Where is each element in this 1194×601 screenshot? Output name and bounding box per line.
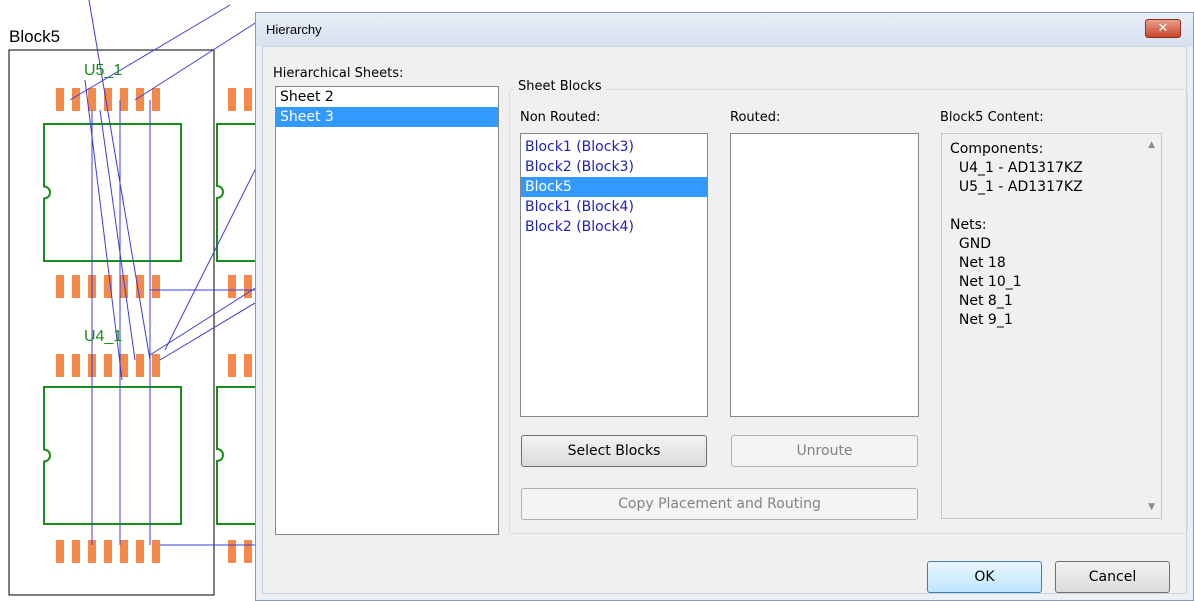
- pcb-pad: [72, 354, 80, 377]
- close-icon: ✕: [1157, 21, 1169, 36]
- ic-outline: [216, 123, 260, 262]
- dialog-title: Hierarchy: [266, 22, 322, 37]
- pcb-pad: [72, 540, 80, 563]
- ratsnest-line: [164, 159, 260, 351]
- sheet-list-item[interactable]: Sheet 2: [276, 87, 498, 107]
- content-line: U4_1 - AD1317KZ: [950, 160, 1083, 176]
- non-routed-list-item[interactable]: Block1 (Block3): [521, 137, 707, 157]
- pcb-pad: [88, 88, 96, 111]
- content-line: Net 18: [950, 255, 1006, 271]
- ic-outline: [43, 386, 182, 525]
- pcb-pad: [244, 354, 252, 377]
- pcb-pad: [152, 88, 160, 111]
- pcb-pad: [152, 275, 160, 298]
- sheet-list-item[interactable]: Sheet 3: [276, 107, 498, 127]
- pcb-pad: [56, 88, 64, 111]
- component-label-u4: U4_1: [84, 328, 122, 345]
- pcb-pad: [152, 354, 160, 377]
- pcb-pad: [104, 88, 112, 111]
- routed-list[interactable]: [730, 133, 919, 417]
- cancel-button[interactable]: Cancel: [1055, 561, 1170, 593]
- pcb-pad: [228, 275, 236, 298]
- non-routed-label: Non Routed:: [520, 110, 601, 125]
- pcb-pad: [244, 88, 252, 111]
- content-line: Net 9_1: [950, 312, 1013, 328]
- ratsnest-line: [69, 4, 231, 101]
- ratsnest-line: [134, 19, 260, 101]
- non-routed-list-item[interactable]: Block2 (Block3): [521, 157, 707, 177]
- ratsnest-line: [149, 284, 260, 356]
- pcb-pad: [228, 540, 236, 563]
- scroll-down-icon[interactable]: ▼: [1148, 502, 1155, 512]
- non-routed-list-item[interactable]: Block5: [521, 177, 707, 197]
- content-line: Nets:: [950, 217, 987, 233]
- routed-label: Routed:: [730, 110, 781, 125]
- pcb-pad: [72, 88, 80, 111]
- non-routed-list-item[interactable]: Block1 (Block4): [521, 197, 707, 217]
- pcb-pad: [152, 540, 160, 563]
- content-line: [950, 197, 1161, 216]
- non-routed-list-item[interactable]: Block2 (Block4): [521, 217, 707, 237]
- ic-outline: [216, 386, 260, 525]
- component-label-u5: U5_1: [84, 62, 122, 79]
- scroll-up-icon[interactable]: ▲: [1148, 140, 1155, 150]
- ratsnest-line: [99, 109, 136, 361]
- pcb-pad: [120, 88, 128, 111]
- pcb-pad: [228, 354, 236, 377]
- non-routed-list[interactable]: Block1 (Block3) Block2 (Block3) Block5 Bloc…: [520, 133, 708, 417]
- content-label: Block5 Content:: [940, 110, 1044, 125]
- pcb-drawing[interactable]: U5_1 U4_1: [0, 0, 260, 601]
- pcb-pad: [136, 88, 144, 111]
- select-blocks-button[interactable]: Select Blocks: [521, 435, 707, 467]
- sheet-blocks-legend: Sheet Blocks: [515, 79, 605, 94]
- pcb-pad: [228, 88, 236, 111]
- content-line: Net 8_1: [950, 293, 1013, 309]
- unroute-button[interactable]: Unroute: [731, 435, 918, 467]
- dialog-client: Hierarchical Sheets: Sheet 2 Sheet 3 Shee…: [262, 46, 1188, 594]
- block-content-box[interactable]: Components: U4_1 - AD1317KZ U5_1 - AD131…: [941, 133, 1162, 519]
- sheets-list[interactable]: Sheet 2 Sheet 3: [275, 86, 499, 535]
- pcb-pad: [136, 540, 144, 563]
- pcb-pad: [72, 275, 80, 298]
- dialog-titlebar[interactable]: Hierarchy ✕: [256, 13, 1193, 46]
- pcb-pad: [104, 540, 112, 563]
- pcb-pad: [104, 354, 112, 377]
- pcb-pad: [56, 540, 64, 563]
- content-line: U5_1 - AD1317KZ: [950, 179, 1083, 195]
- content-line: GND: [950, 236, 992, 252]
- ic-outline: [43, 123, 182, 262]
- copy-placement-routing-button[interactable]: Copy Placement and Routing: [521, 488, 918, 520]
- pcb-pad: [120, 540, 128, 563]
- content-line: Components:: [950, 141, 1044, 157]
- pcb-pad: [136, 354, 144, 377]
- pcb-pad: [56, 275, 64, 298]
- pcb-pad: [244, 540, 252, 563]
- content-line: Net 10_1: [950, 274, 1022, 290]
- close-button[interactable]: ✕: [1145, 19, 1181, 38]
- hierarchy-dialog: Hierarchy ✕ Hierarchical Sheets: Sheet 2…: [255, 12, 1194, 601]
- hierarchical-sheets-label: Hierarchical Sheets:: [273, 66, 404, 81]
- pcb-pad: [56, 354, 64, 377]
- ok-button[interactable]: OK: [927, 561, 1042, 593]
